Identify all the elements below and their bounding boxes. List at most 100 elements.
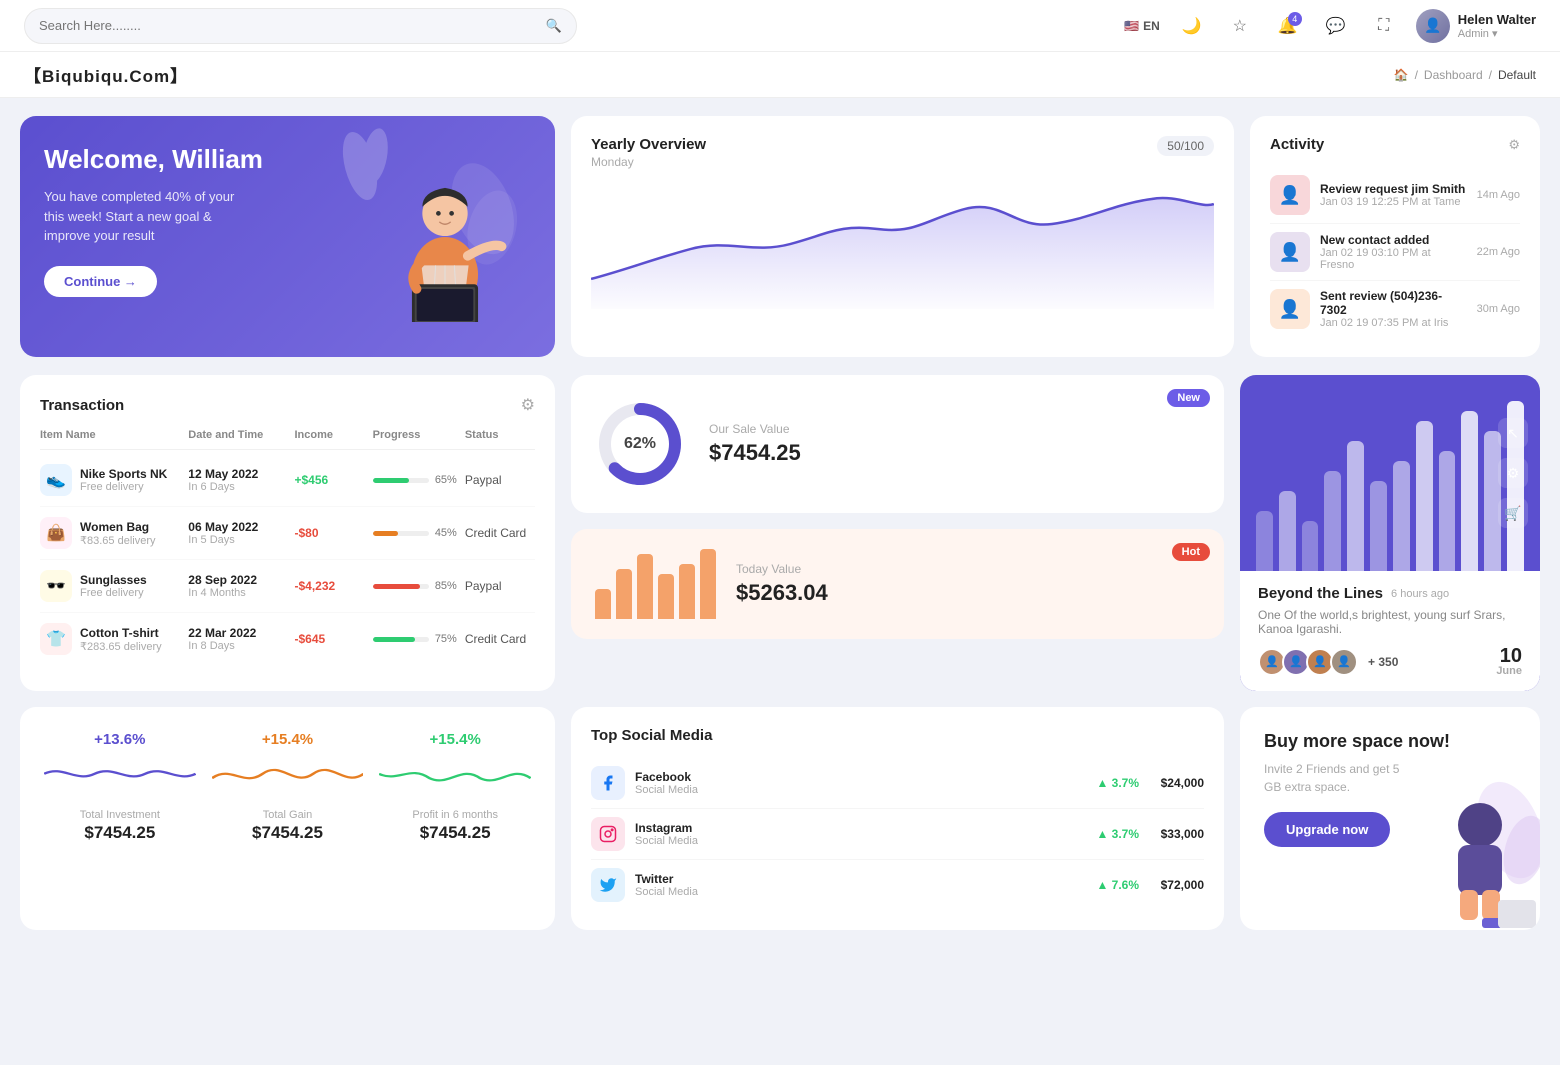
activity-item: 👤 Review request jim Smith Jan 03 19 12:… bbox=[1270, 167, 1520, 224]
new-badge: New bbox=[1167, 389, 1210, 407]
language-selector[interactable]: 🇺🇸 EN bbox=[1124, 19, 1160, 33]
stat-value: $7454.25 bbox=[44, 823, 196, 843]
status-cell: Credit Card bbox=[465, 526, 535, 540]
activity-text: New contact added Jan 02 19 03:10 PM at … bbox=[1320, 233, 1467, 271]
activity-item: 👤 New contact added Jan 02 19 03:10 PM a… bbox=[1270, 224, 1520, 281]
progress-bar bbox=[373, 478, 429, 483]
area-chart-svg bbox=[591, 179, 1214, 309]
chart-settings-icon[interactable]: ⚙ bbox=[1498, 458, 1528, 488]
activity-thumb: 👤 bbox=[1270, 232, 1310, 272]
beyond-title: Beyond the Lines bbox=[1258, 585, 1383, 602]
search-icon: 🔍 bbox=[546, 18, 562, 34]
leaf-decoration bbox=[330, 126, 390, 206]
item-sub: ₹83.65 delivery bbox=[80, 534, 156, 547]
search-input[interactable] bbox=[39, 18, 538, 33]
middle-cards: New 62% Our Sale Value $7454.25 Hot bbox=[571, 375, 1224, 691]
status-cell: Credit Card bbox=[465, 632, 535, 646]
bar-chart-bar-6 bbox=[1393, 461, 1410, 571]
favorites-icon[interactable]: ☆ bbox=[1224, 10, 1256, 42]
progress-fill bbox=[373, 531, 398, 536]
progress-cell: 75% bbox=[373, 633, 457, 645]
stat-value: $7454.25 bbox=[379, 823, 531, 843]
activity-list: 👤 Review request jim Smith Jan 03 19 12:… bbox=[1270, 167, 1520, 337]
item-details: Cotton T-shirt ₹283.65 delivery bbox=[80, 626, 162, 653]
bar-3 bbox=[637, 554, 653, 619]
user-role: Admin ▾ bbox=[1458, 27, 1536, 40]
bar-4 bbox=[658, 574, 674, 619]
col-item-name: Item Name bbox=[40, 429, 180, 441]
buy-space-description: Invite 2 Friends and get 5 GB extra spac… bbox=[1264, 760, 1404, 796]
chart-cart-icon[interactable]: 🛒 bbox=[1498, 498, 1528, 528]
social-growth: ▲ 3.7% bbox=[1096, 827, 1139, 841]
table-header: Item Name Date and Time Income Progress … bbox=[40, 429, 535, 450]
transaction-settings-icon[interactable]: ⚙ bbox=[521, 395, 535, 415]
notifications-icon[interactable]: 🔔 4 bbox=[1272, 10, 1304, 42]
yearly-title: Yearly Overview bbox=[591, 136, 706, 153]
social-text: Facebook Social Media bbox=[635, 770, 698, 796]
table-row: 👜 Women Bag ₹83.65 delivery 06 May 2022 … bbox=[40, 507, 535, 560]
item-icon: 👕 bbox=[40, 623, 72, 655]
main-row-1: Welcome, William You have completed 40% … bbox=[0, 98, 1560, 375]
progress-pct: 75% bbox=[435, 633, 457, 645]
social-growth: ▲ 7.6% bbox=[1096, 878, 1139, 892]
search-bar[interactable]: 🔍 bbox=[24, 8, 577, 44]
progress-bar bbox=[373, 531, 429, 536]
stat-pct: +15.4% bbox=[379, 731, 531, 748]
messages-icon[interactable]: 💬 bbox=[1320, 10, 1352, 42]
progress-pct: 45% bbox=[435, 527, 457, 539]
social-name: Twitter bbox=[635, 872, 698, 886]
user-info[interactable]: 👤 Helen Walter Admin ▾ bbox=[1416, 9, 1536, 43]
sale-title: Our Sale Value bbox=[709, 422, 801, 436]
breadcrumb-separator2: / bbox=[1489, 68, 1492, 82]
social-revenue: $72,000 bbox=[1149, 878, 1204, 892]
bar-5 bbox=[679, 564, 695, 619]
progress-cell: 45% bbox=[373, 527, 457, 539]
transaction-title: Transaction bbox=[40, 397, 124, 414]
notification-badge: 4 bbox=[1288, 12, 1302, 26]
right-chart-column: ↖ ⚙ 🛒 Beyond the Lines 6 hours ago One O… bbox=[1240, 375, 1540, 691]
social-icon-tw bbox=[591, 868, 625, 902]
avatar: 👤 bbox=[1416, 9, 1450, 43]
activity-item-title: Review request jim Smith bbox=[1320, 182, 1465, 196]
item-name-cell: 🕶️ Sunglasses Free delivery bbox=[40, 570, 180, 602]
hot-badge: Hot bbox=[1172, 543, 1210, 561]
date-cell: 22 Mar 2022 In 8 Days bbox=[188, 626, 286, 652]
social-revenue: $24,000 bbox=[1149, 776, 1204, 790]
activity-card: Activity ⚙ 👤 Review request jim Smith Ja… bbox=[1250, 116, 1540, 357]
income-cell: -$4,232 bbox=[295, 579, 365, 593]
expand-icon[interactable]: ⛶ bbox=[1368, 10, 1400, 42]
item-date: 06 May 2022 bbox=[188, 520, 286, 534]
activity-time: 14m Ago bbox=[1477, 189, 1520, 201]
sale-value-card: New 62% Our Sale Value $7454.25 bbox=[571, 375, 1224, 513]
bar-6 bbox=[700, 549, 716, 619]
continue-button[interactable]: Continue → bbox=[44, 266, 157, 297]
topnav: 🔍 🇺🇸 EN 🌙 ☆ 🔔 4 💬 ⛶ 👤 Helen Walter Admin… bbox=[0, 0, 1560, 52]
beyond-description: One Of the world,s brightest, young surf… bbox=[1258, 608, 1522, 636]
item-days: In 6 Days bbox=[188, 481, 286, 493]
chart-cursor-icon[interactable]: ↖ bbox=[1498, 418, 1528, 448]
today-bar-chart bbox=[595, 549, 716, 619]
item-sub: Free delivery bbox=[80, 481, 167, 493]
activity-settings-icon[interactable]: ⚙ bbox=[1508, 137, 1520, 153]
home-icon[interactable]: 🏠 bbox=[1394, 68, 1409, 82]
theme-toggle[interactable]: 🌙 bbox=[1176, 10, 1208, 42]
yearly-overview-card: Yearly Overview Monday 50/100 bbox=[571, 116, 1234, 357]
yearly-subtitle: Monday bbox=[591, 155, 706, 169]
activity-title: Activity bbox=[1270, 136, 1324, 153]
stats-card: +13.6% Total Investment $7454.25 +15.4% … bbox=[20, 707, 555, 930]
upgrade-button[interactable]: Upgrade now bbox=[1264, 812, 1390, 847]
activity-thumb: 👤 bbox=[1270, 289, 1310, 329]
progress-bar bbox=[373, 637, 429, 642]
breadcrumb-bar: 【Biqubiqu.Com】 🏠 / Dashboard / Default bbox=[0, 52, 1560, 98]
item-details: Women Bag ₹83.65 delivery bbox=[80, 520, 156, 547]
breadcrumb-separator1: / bbox=[1415, 68, 1418, 82]
social-icon-ig bbox=[591, 817, 625, 851]
breadcrumb: 🏠 / Dashboard / Default bbox=[1394, 68, 1536, 82]
activity-time: 22m Ago bbox=[1477, 246, 1520, 258]
main-row-3: +13.6% Total Investment $7454.25 +15.4% … bbox=[0, 707, 1560, 950]
main-row-2: Transaction ⚙ Item Name Date and Time In… bbox=[0, 375, 1560, 707]
stat-item-1: +15.4% Total Gain $7454.25 bbox=[212, 731, 364, 906]
breadcrumb-dashboard[interactable]: Dashboard bbox=[1424, 68, 1483, 82]
activity-item-sub: Jan 02 19 07:35 PM at Iris bbox=[1320, 317, 1467, 329]
item-sub: Free delivery bbox=[80, 587, 147, 599]
